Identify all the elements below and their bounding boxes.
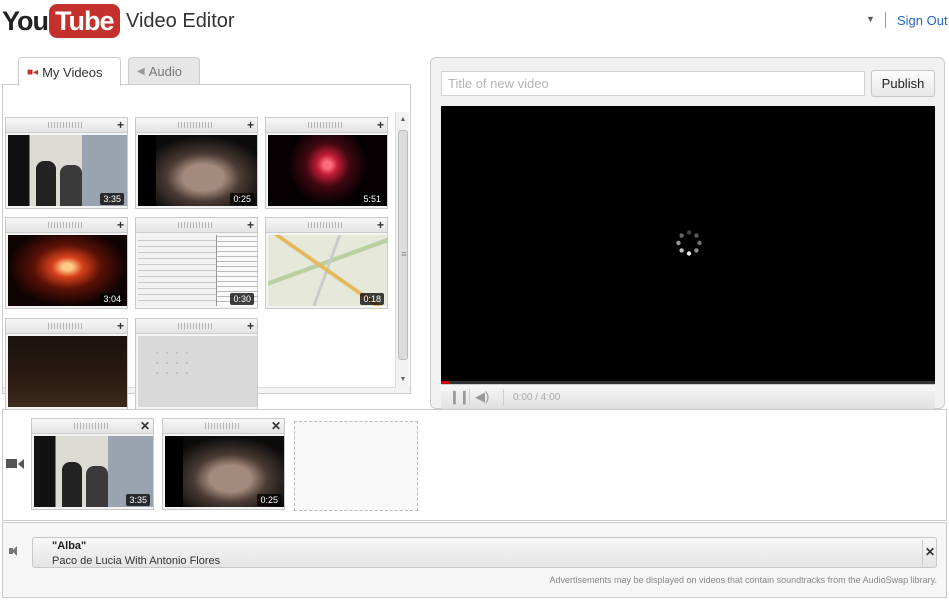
remove-clip-button[interactable]: ✕: [140, 420, 150, 433]
drag-handle[interactable]: [6, 319, 127, 334]
grip-dots-icon: [308, 222, 344, 228]
library-clip[interactable]: +5:51: [265, 117, 388, 209]
grip-dots-icon: [205, 423, 241, 429]
tab-my-videos[interactable]: ■◂ My Videos: [18, 57, 121, 86]
player-controls: ❙❙ ◀) 0:00 / 4:00: [441, 384, 935, 409]
clip-duration: 3:35: [100, 193, 124, 205]
clip-duration: 0:25: [230, 193, 254, 205]
scrollbar-grip-icon: ≡: [401, 249, 407, 259]
loading-spinner-icon: [676, 230, 702, 256]
remove-clip-button[interactable]: ✕: [271, 420, 281, 433]
grip-dots-icon: [74, 423, 110, 429]
video-track-icon: [6, 456, 24, 470]
control-divider: [503, 389, 504, 406]
control-divider: [469, 389, 470, 406]
clip-duration: 0:25: [257, 494, 281, 506]
volume-icon[interactable]: ◀): [475, 389, 489, 405]
song-title: "Alba": [52, 540, 87, 552]
drag-handle[interactable]: [163, 419, 284, 434]
speaker-icon: ◀: [137, 66, 145, 77]
add-to-timeline-button[interactable]: +: [247, 219, 254, 232]
clip-thumbnail: [8, 336, 127, 407]
grip-dots-icon: [48, 323, 84, 329]
logo-you-text: You: [2, 5, 49, 36]
grip-dots-icon: [48, 122, 84, 128]
time-display: 0:00 / 4:00: [513, 392, 561, 403]
grip-dots-icon: [308, 122, 344, 128]
audio-track-speaker-icon: [9, 545, 17, 557]
drag-handle[interactable]: [32, 419, 153, 434]
song-artist: Paco de Lucia With Antonio Flores: [52, 555, 221, 567]
clip-duration: 0:30: [230, 293, 254, 305]
remove-audio-button[interactable]: ✕: [922, 540, 937, 565]
youtube-logo[interactable]: You Tube: [2, 2, 120, 40]
scroll-down-arrow-icon[interactable]: ▼: [396, 374, 410, 386]
header-divider: [885, 12, 886, 28]
add-to-timeline-button[interactable]: +: [247, 119, 254, 132]
add-to-timeline-button[interactable]: +: [117, 320, 124, 333]
library-clip[interactable]: +0:25: [135, 117, 258, 209]
library-clip[interactable]: +0:30: [135, 217, 258, 309]
clip-duration: 5:51: [360, 193, 384, 205]
logo-tube-text: Tube: [49, 4, 120, 38]
clip-thumbnail: [138, 336, 257, 407]
library-clip[interactable]: +3:35: [5, 117, 128, 209]
drag-handle[interactable]: [266, 218, 387, 233]
add-to-timeline-button[interactable]: +: [377, 219, 384, 232]
grip-dots-icon: [48, 222, 84, 228]
scrollbar-thumb[interactable]: ≡: [398, 130, 408, 360]
add-to-timeline-button[interactable]: +: [377, 119, 384, 132]
publish-button[interactable]: Publish: [871, 70, 935, 97]
video-title-input[interactable]: [441, 71, 865, 96]
grip-dots-icon: [178, 222, 214, 228]
timeline-clip[interactable]: ✕ 0:25: [162, 418, 285, 510]
video-camera-icon: ■◂: [27, 66, 39, 78]
header: You Tube Video Editor ▼ Sign Out: [0, 0, 949, 46]
timeline-clip[interactable]: ✕ 3:35: [31, 418, 154, 510]
sign-out-link[interactable]: Sign Out: [897, 13, 948, 28]
drag-handle[interactable]: [266, 118, 387, 133]
page-title: Video Editor: [126, 10, 235, 32]
scroll-up-arrow-icon[interactable]: ▲: [396, 114, 410, 126]
pause-button[interactable]: ❙❙: [449, 389, 470, 405]
drag-handle[interactable]: [136, 118, 257, 133]
library-clip[interactable]: +: [135, 318, 258, 410]
drag-handle[interactable]: [136, 319, 257, 334]
library-clip[interactable]: +3:04: [5, 217, 128, 309]
tab-audio[interactable]: ◀ Audio: [128, 57, 200, 85]
add-to-timeline-button[interactable]: +: [117, 219, 124, 232]
user-menu-caret-icon[interactable]: ▼: [866, 14, 875, 24]
drag-handle[interactable]: [136, 218, 257, 233]
library-clip[interactable]: +0:18: [265, 217, 388, 309]
audioswap-ad-notice: Advertisements may be displayed on video…: [549, 575, 937, 585]
drag-handle[interactable]: [6, 118, 127, 133]
timeline-drop-slot[interactable]: [294, 421, 418, 511]
add-to-timeline-button[interactable]: +: [117, 119, 124, 132]
clip-duration: 3:04: [100, 293, 124, 305]
tab-my-videos-label: My Videos: [42, 64, 103, 80]
tab-audio-label: Audio: [148, 64, 182, 79]
clip-duration: 3:35: [126, 494, 150, 506]
library-scrollbar[interactable]: ▲ ≡ ▼: [395, 112, 409, 388]
grip-dots-icon: [178, 323, 214, 329]
drag-handle[interactable]: [6, 218, 127, 233]
library-clip[interactable]: +: [5, 318, 128, 410]
grip-dots-icon: [178, 122, 214, 128]
add-to-timeline-button[interactable]: +: [247, 320, 254, 333]
clip-duration: 0:18: [360, 293, 384, 305]
